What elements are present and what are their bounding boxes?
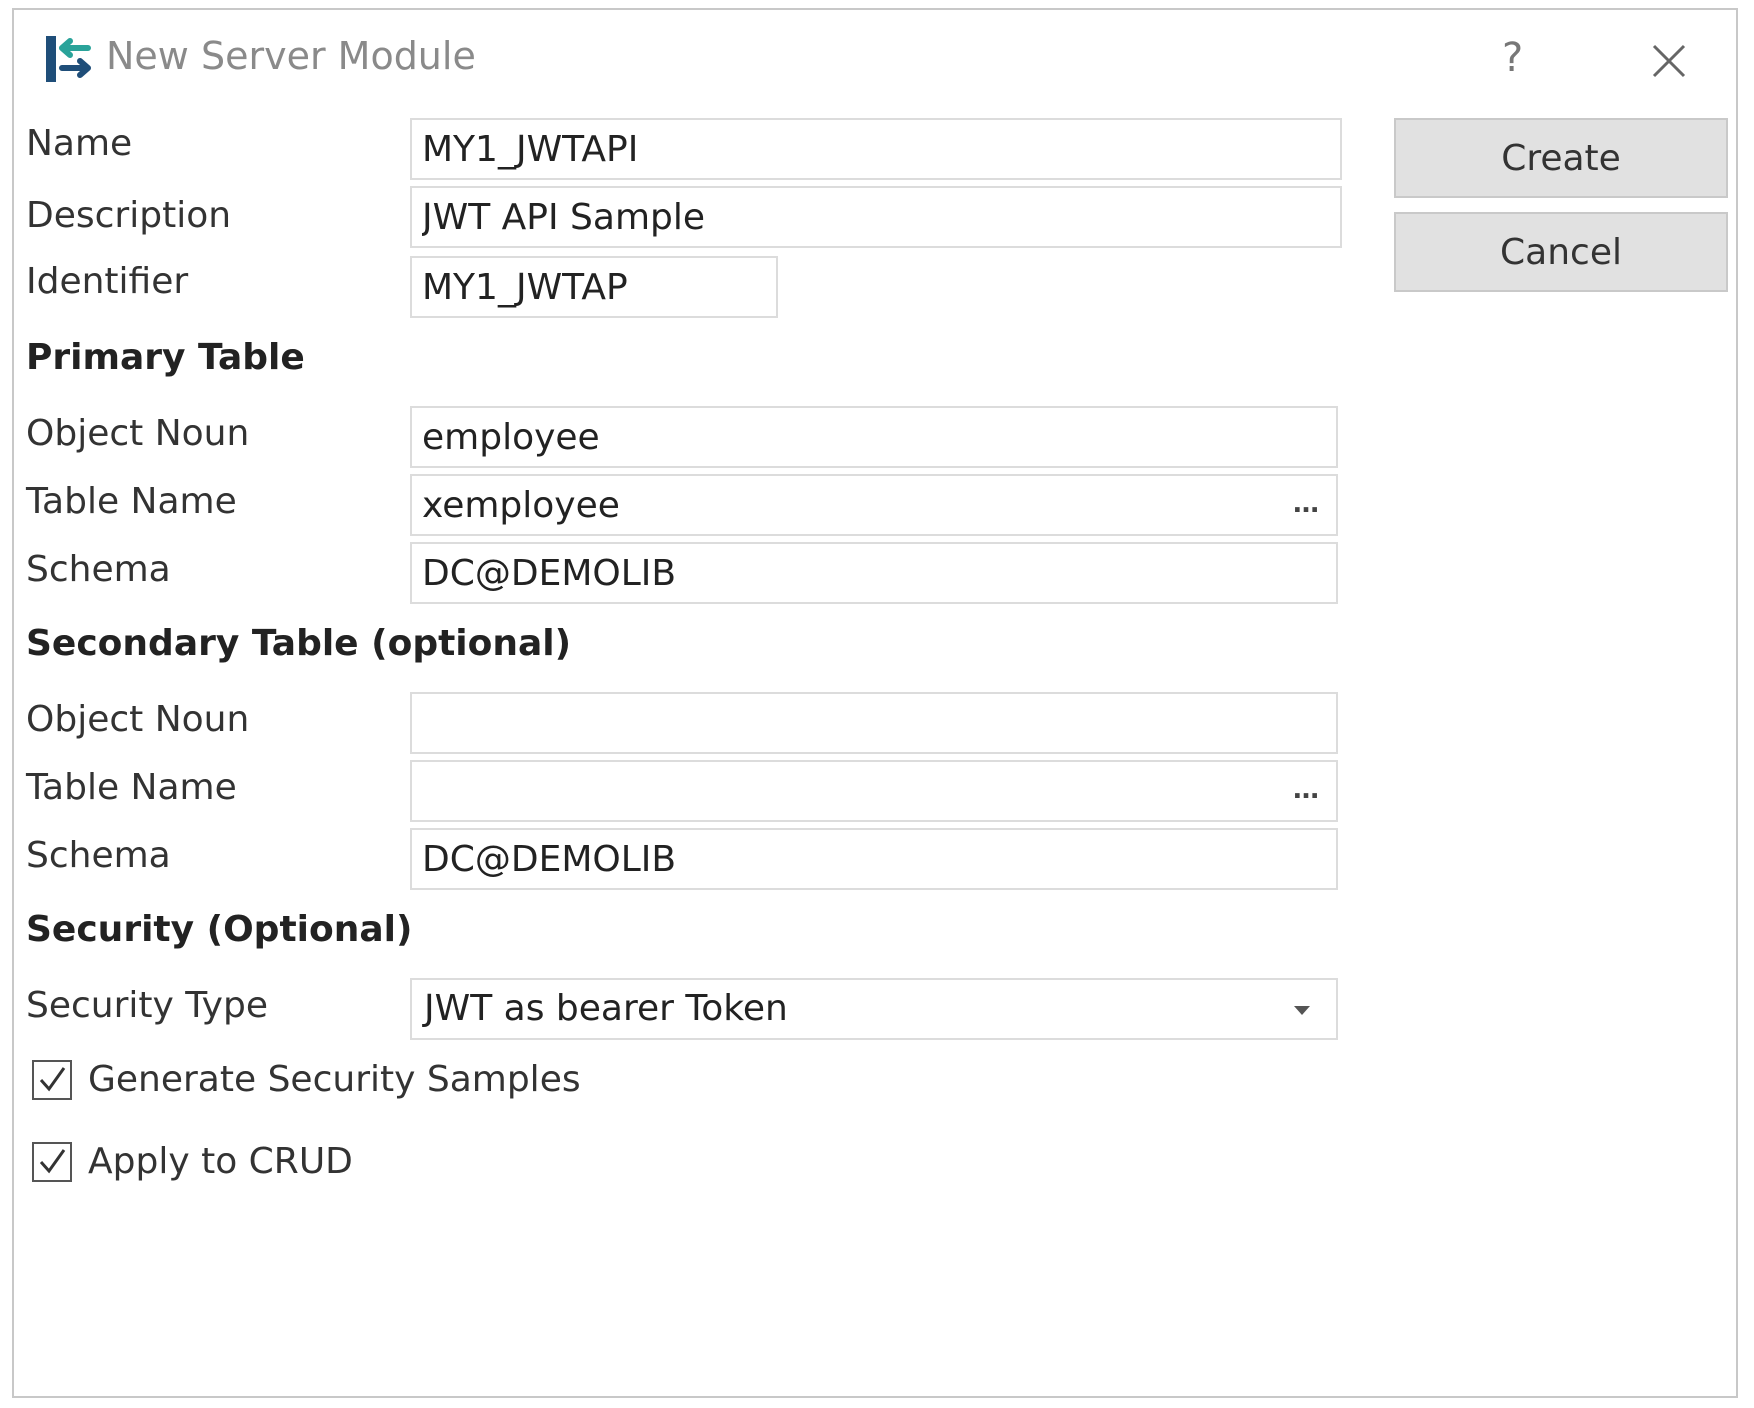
secondary-table-browse-button[interactable]: … <box>1286 770 1326 810</box>
help-icon[interactable]: ? <box>1502 32 1523 84</box>
primary-schema-label: Schema <box>26 549 171 590</box>
generate-security-samples-label: Generate Security Samples <box>88 1059 581 1100</box>
title-bar: New Server Module ? <box>14 10 1736 110</box>
primary-table-heading: Primary Table <box>26 337 305 378</box>
new-server-module-dialog: New Server Module ? Create Cancel Name D… <box>12 8 1738 1398</box>
secondary-object-noun-label: Object Noun <box>26 699 250 740</box>
create-button-label: Create <box>1501 138 1621 179</box>
identifier-label: Identifier <box>26 261 189 302</box>
primary-schema-field[interactable] <box>410 542 1338 604</box>
primary-table-name-label: Table Name <box>26 481 237 522</box>
name-field[interactable] <box>410 118 1342 180</box>
apply-to-crud-label: Apply to CRUD <box>88 1141 353 1182</box>
cancel-button-label: Cancel <box>1500 232 1622 273</box>
security-type-value: JWT as bearer Token <box>424 988 788 1029</box>
identifier-field[interactable] <box>410 256 778 318</box>
checkmark-icon <box>39 1067 66 1092</box>
primary-object-noun-label: Object Noun <box>26 413 250 454</box>
checkmark-icon <box>39 1149 66 1174</box>
apply-crud-checkbox-box[interactable] <box>32 1142 72 1182</box>
dialog-title: New Server Module <box>106 34 476 78</box>
security-type-label: Security Type <box>26 985 268 1026</box>
security-type-dropdown[interactable]: JWT as bearer Token <box>410 978 1338 1040</box>
secondary-schema-label: Schema <box>26 835 171 876</box>
description-label: Description <box>26 195 232 236</box>
create-button[interactable]: Create <box>1394 118 1728 198</box>
secondary-table-name-label: Table Name <box>26 767 237 808</box>
secondary-table-heading: Secondary Table (optional) <box>26 623 572 664</box>
description-field[interactable] <box>410 186 1342 248</box>
primary-table-name-field[interactable] <box>410 474 1338 536</box>
name-label: Name <box>26 123 133 164</box>
secondary-object-noun-field[interactable] <box>410 692 1338 754</box>
security-heading: Security (Optional) <box>26 909 413 950</box>
secondary-schema-field[interactable] <box>410 828 1338 890</box>
secondary-table-name-field[interactable] <box>410 760 1338 822</box>
generate-samples-checkbox-box[interactable] <box>32 1060 72 1100</box>
primary-table-browse-button[interactable]: … <box>1286 484 1326 524</box>
server-module-icon <box>46 36 91 82</box>
primary-object-noun-field[interactable] <box>410 406 1338 468</box>
chevron-down-icon <box>1294 1006 1310 1015</box>
close-icon[interactable] <box>1644 36 1694 86</box>
cancel-button[interactable]: Cancel <box>1394 212 1728 292</box>
